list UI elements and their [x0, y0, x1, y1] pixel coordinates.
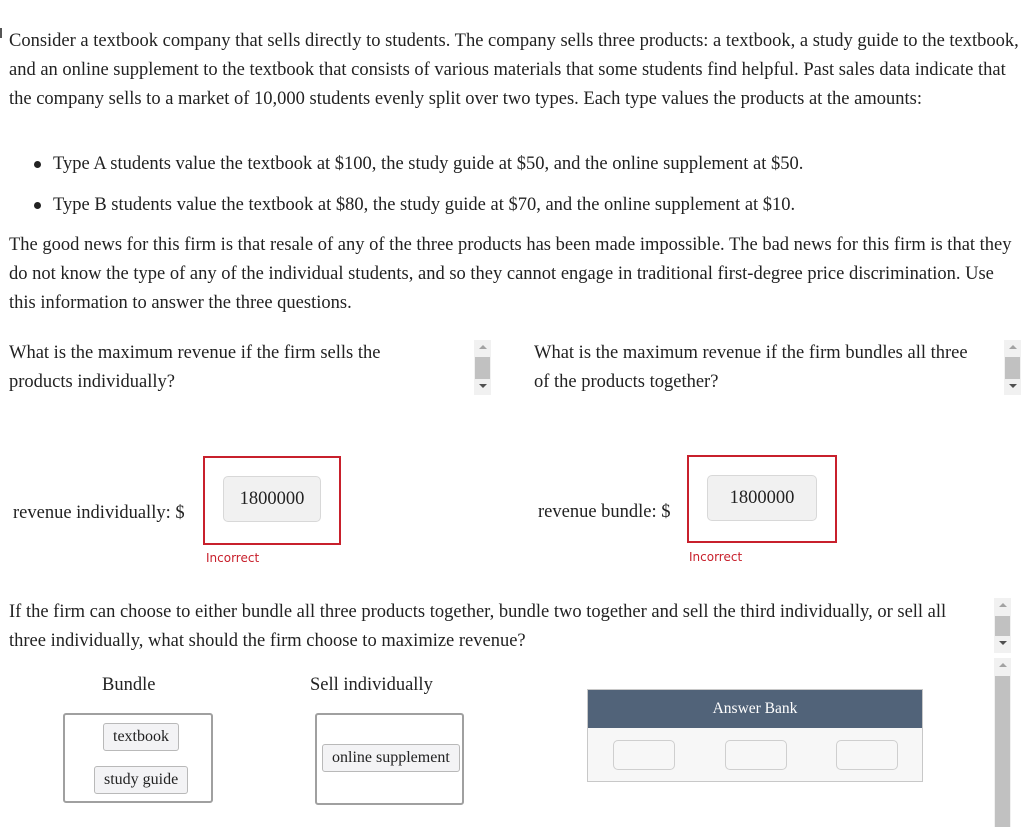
revenue-individually-input[interactable] — [223, 476, 321, 522]
answer-area-scrollbar[interactable] — [994, 658, 1011, 827]
question2-feedback: Incorrect — [689, 550, 743, 564]
answer-bank-title: Answer Bank — [588, 690, 922, 728]
question1-prompt: What is the maximum revenue if the firm … — [9, 343, 381, 392]
bundle-dropzone[interactable]: textbook study guide — [63, 713, 213, 803]
answer-bank-slot[interactable] — [613, 740, 675, 770]
list-item: Type B students value the textbook at $8… — [30, 191, 1020, 232]
sell-individually-heading: Sell individually — [310, 675, 433, 695]
scroll-thumb[interactable] — [995, 676, 1010, 827]
question1-feedback: Incorrect — [206, 551, 260, 565]
answer-chip-study-guide[interactable]: study guide — [94, 766, 189, 794]
bullet-text: Type A students value the textbook at $1… — [53, 154, 804, 174]
scroll-down-icon[interactable] — [1004, 379, 1021, 394]
question2-prompt: What is the maximum revenue if the firm … — [534, 343, 968, 392]
problem-intro: Consider a textbook company that sells d… — [9, 27, 1021, 114]
answer-chip-textbook[interactable]: textbook — [103, 723, 179, 751]
list-item: Type A students value the textbook at $1… — [30, 150, 1020, 191]
question3-scrollbar[interactable] — [994, 598, 1011, 653]
question2-scrollbar[interactable] — [1004, 340, 1021, 395]
bullet-icon — [34, 161, 41, 168]
question1-scrollbar[interactable] — [474, 340, 491, 395]
revenue-individually-label: revenue individually: $ — [13, 503, 185, 523]
answer-bank-slot[interactable] — [836, 740, 898, 770]
answer-bank: Answer Bank — [587, 689, 923, 782]
answer-chip-online-supplement[interactable]: online supplement — [322, 744, 460, 772]
scroll-up-icon[interactable] — [1004, 340, 1021, 355]
revenue-bundle-input[interactable] — [707, 475, 817, 521]
page-edge-marker — [0, 28, 2, 38]
bundle-heading: Bundle — [102, 675, 156, 695]
bullet-icon — [34, 202, 41, 209]
scroll-up-icon[interactable] — [994, 658, 1011, 673]
valuation-list: Type A students value the textbook at $1… — [30, 150, 1020, 232]
bullet-text: Type B students value the textbook at $8… — [53, 195, 796, 215]
scroll-thumb[interactable] — [1005, 357, 1020, 379]
scroll-down-icon[interactable] — [474, 379, 491, 394]
scroll-up-icon[interactable] — [994, 598, 1011, 613]
answer-bank-slot[interactable] — [725, 740, 787, 770]
revenue-bundle-label: revenue bundle: $ — [538, 502, 671, 522]
scroll-thumb[interactable] — [995, 616, 1010, 636]
question3-prompt: If the firm can choose to either bundle … — [9, 602, 947, 651]
problem-context: The good news for this firm is that resa… — [9, 235, 1012, 313]
scroll-thumb[interactable] — [475, 357, 490, 379]
scroll-up-icon[interactable] — [474, 340, 491, 355]
scroll-down-icon[interactable] — [994, 636, 1011, 651]
sell-individually-dropzone[interactable]: online supplement — [315, 713, 464, 805]
intro-text: Consider a textbook company that sells d… — [9, 31, 1019, 109]
